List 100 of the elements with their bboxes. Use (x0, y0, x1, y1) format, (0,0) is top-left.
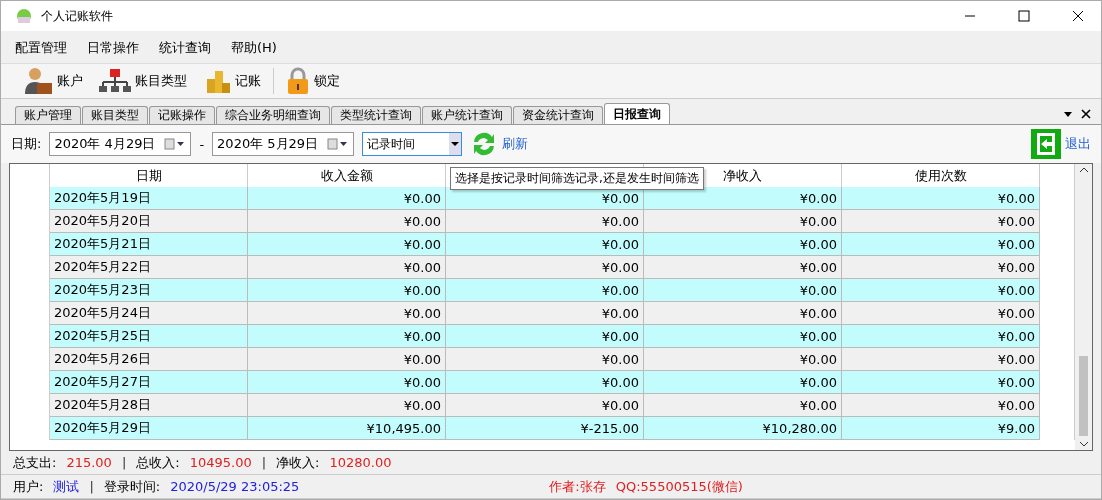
refresh-button[interactable]: 刷新 (470, 130, 529, 158)
menu-item[interactable]: 统计查询 (159, 39, 211, 57)
separator: | (89, 479, 94, 494)
tab[interactable]: 资金统计查询 (513, 106, 603, 124)
scrollbar-thumb[interactable] (1079, 356, 1088, 436)
table-cell: ¥0.00 (446, 302, 644, 325)
table-cell: ¥0.00 (248, 187, 446, 210)
table-cell: ¥0.00 (248, 233, 446, 256)
summary-value: 215.00 (66, 455, 112, 470)
table-cell: ¥0.00 (644, 348, 842, 371)
table-cell: ¥0.00 (446, 394, 644, 417)
table-cell: ¥0.00 (446, 210, 644, 233)
table-cell: ¥0.00 (644, 394, 842, 417)
table-cell: ¥0.00 (248, 256, 446, 279)
table-cell: ¥0.00 (446, 371, 644, 394)
table-cell: ¥0.00 (842, 187, 1040, 210)
menu-item[interactable]: 日常操作 (87, 39, 139, 57)
table-cell: ¥0.00 (248, 325, 446, 348)
summary-value: 10495.00 (189, 455, 252, 470)
toolbar-button[interactable]: 记账 (199, 67, 265, 95)
exit-icon[interactable] (1031, 129, 1061, 159)
tooltip: 选择是按记录时间筛选记录,还是发生时间筛选 (450, 167, 704, 190)
table-cell: ¥0.00 (842, 371, 1040, 394)
table-cell: ¥0.00 (842, 233, 1040, 256)
table-cell: 2020年5月21日 (50, 233, 248, 256)
table-cell: ¥0.00 (842, 256, 1040, 279)
table-cell: 2020年5月29日 (50, 417, 248, 440)
summary-label: 总支出: (13, 453, 57, 472)
table-cell: ¥0.00 (842, 302, 1040, 325)
menu-item[interactable]: 配置管理 (15, 39, 67, 57)
table-cell: ¥-215.00 (446, 417, 644, 440)
table-cell: ¥0.00 (644, 210, 842, 233)
summary-value: 10280.00 (329, 455, 392, 470)
table-cell: 2020年5月20日 (50, 210, 248, 233)
summary-label: 净收入: (276, 453, 320, 472)
separator: | (261, 455, 267, 470)
table-cell: ¥0.00 (842, 210, 1040, 233)
table-cell: ¥9.00 (842, 417, 1040, 440)
toolbar-button[interactable]: 账目类型 (95, 68, 191, 94)
table-cell: ¥0.00 (248, 348, 446, 371)
date-separator: - (199, 136, 205, 152)
toolbar-button[interactable]: 账户 (19, 66, 87, 96)
table-cell: ¥10,280.00 (644, 417, 842, 440)
user-label: 用户: (13, 477, 44, 496)
author-text: 作者:张存 (549, 477, 606, 496)
qq-text: QQ:55500515(微信) (615, 477, 743, 496)
table-cell: ¥0.00 (248, 279, 446, 302)
dropdown-arrow-icon[interactable] (451, 141, 460, 147)
separator: | (121, 455, 127, 470)
tab[interactable]: 综合业务明细查询 (216, 106, 330, 124)
tab[interactable]: 类型统计查询 (331, 106, 421, 124)
tab[interactable]: 记账操作 (149, 106, 215, 124)
date-label: 日期: (11, 135, 42, 153)
table-cell: ¥0.00 (446, 256, 644, 279)
app-icon (15, 8, 33, 24)
table-cell: ¥0.00 (248, 210, 446, 233)
table-cell: 2020年5月26日 (50, 348, 248, 371)
table-cell: ¥0.00 (248, 394, 446, 417)
table-cell: 2020年5月22日 (50, 256, 248, 279)
businessman-icon (23, 66, 53, 96)
table-cell: ¥0.00 (842, 394, 1040, 417)
end-date-picker[interactable]: 2020年 5月29日 (212, 132, 355, 156)
tab[interactable]: 账户统计查询 (422, 106, 512, 124)
table-cell: 2020年5月28日 (50, 394, 248, 417)
table-cell: 2020年5月27日 (50, 371, 248, 394)
table-cell: ¥0.00 (644, 302, 842, 325)
summary-label: 总收入: (136, 453, 180, 472)
table-cell: ¥0.00 (446, 325, 644, 348)
scroll-down-icon[interactable] (1078, 440, 1089, 448)
close-icon[interactable] (1081, 108, 1091, 119)
table-cell: ¥0.00 (248, 302, 446, 325)
table-cell: ¥0.00 (446, 279, 644, 302)
login-time-label: 登录时间: (103, 477, 161, 496)
table-cell: 2020年5月24日 (50, 302, 248, 325)
calendar-dropdown-icon[interactable] (164, 138, 187, 150)
exit-button[interactable]: 退出 (1031, 129, 1091, 159)
table-cell: ¥0.00 (644, 279, 842, 302)
start-date-picker[interactable]: 2020年 4月29日 (49, 132, 192, 156)
table-cell: ¥0.00 (644, 256, 842, 279)
table-cell: ¥0.00 (644, 325, 842, 348)
table-cell: ¥0.00 (842, 325, 1040, 348)
tab[interactable]: 账目类型 (82, 106, 148, 124)
tab[interactable]: 账户管理 (15, 106, 81, 124)
table-cell: 2020年5月19日 (50, 187, 248, 210)
calendar-dropdown-icon[interactable] (327, 138, 350, 150)
scroll-up-icon[interactable] (1078, 166, 1089, 174)
table-cell: 2020年5月23日 (50, 279, 248, 302)
hierarchy-icon (99, 68, 131, 94)
table-cell: ¥0.00 (644, 233, 842, 256)
login-time: 2020/5/29 23:05:25 (170, 479, 300, 494)
tab[interactable]: 日报查询 (604, 103, 670, 124)
table-cell: ¥0.00 (644, 187, 842, 210)
table-cell: ¥0.00 (446, 348, 644, 371)
menu-item[interactable]: 帮助(H) (231, 39, 277, 57)
table-cell: ¥0.00 (644, 371, 842, 394)
time-mode-dropdown[interactable]: 记录时间 (362, 132, 463, 156)
table-cell: ¥0.00 (842, 348, 1040, 371)
toolbar-button[interactable]: 锁定 (282, 67, 344, 95)
table-cell: ¥10,495.00 (248, 417, 446, 440)
window-title: 个人记账软件 (41, 7, 114, 25)
